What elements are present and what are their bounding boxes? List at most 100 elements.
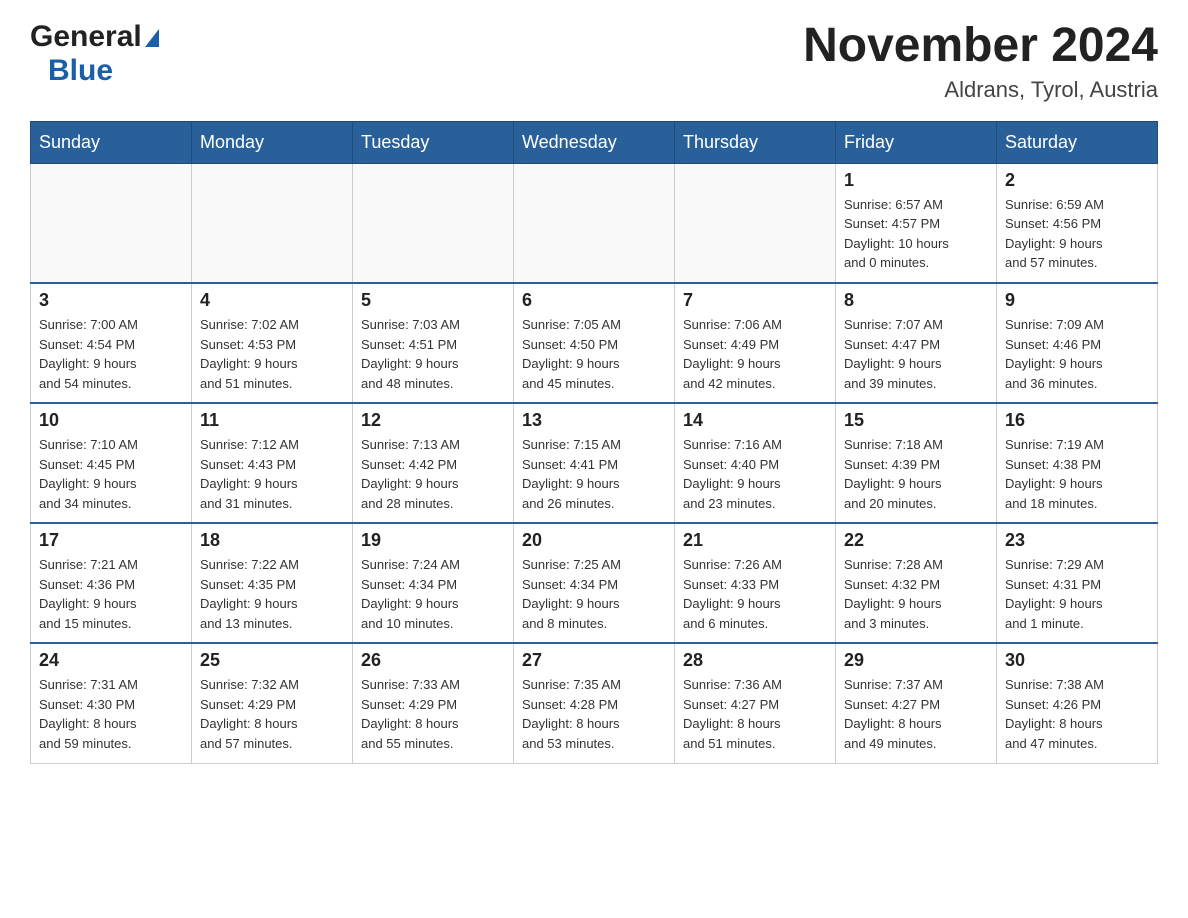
day-number: 9 — [1005, 290, 1149, 311]
logo: General Blue — [30, 20, 159, 88]
calendar-cell: 29 Sunrise: 7:37 AM Sunset: 4:27 PM Dayli… — [836, 643, 997, 763]
day-info: Sunrise: 7:25 AM Sunset: 4:34 PM Dayligh… — [522, 555, 666, 633]
day-number: 2 — [1005, 170, 1149, 191]
day-number: 14 — [683, 410, 827, 431]
day-number: 22 — [844, 530, 988, 551]
calendar-cell: 14 Sunrise: 7:16 AM Sunset: 4:40 PM Dayli… — [675, 403, 836, 523]
day-number: 18 — [200, 530, 344, 551]
day-number: 25 — [200, 650, 344, 671]
calendar-cell: 15 Sunrise: 7:18 AM Sunset: 4:39 PM Dayli… — [836, 403, 997, 523]
calendar-cell: 6 Sunrise: 7:05 AM Sunset: 4:50 PM Daylig… — [514, 283, 675, 403]
day-number: 10 — [39, 410, 183, 431]
week-row-4: 17 Sunrise: 7:21 AM Sunset: 4:36 PM Dayli… — [31, 523, 1158, 643]
day-number: 8 — [844, 290, 988, 311]
logo-triangle-icon — [145, 29, 159, 47]
calendar-cell: 17 Sunrise: 7:21 AM Sunset: 4:36 PM Dayli… — [31, 523, 192, 643]
week-row-5: 24Sunrise: 7:31 AM Sunset: 4:30 PM Dayli… — [31, 643, 1158, 763]
day-number: 27 — [522, 650, 666, 671]
week-row-3: 10 Sunrise: 7:10 AM Sunset: 4:45 PM Dayli… — [31, 403, 1158, 523]
day-number: 20 — [522, 530, 666, 551]
day-info: Sunrise: 7:32 AM Sunset: 4:29 PM Dayligh… — [200, 675, 344, 753]
day-number: 29 — [844, 650, 988, 671]
day-info: Sunrise: 7:19 AM Sunset: 4:38 PM Dayligh… — [1005, 435, 1149, 513]
day-info: Sunrise: 7:26 AM Sunset: 4:33 PM Dayligh… — [683, 555, 827, 633]
calendar-cell — [514, 163, 675, 283]
day-info: Sunrise: 7:29 AM Sunset: 4:31 PM Dayligh… — [1005, 555, 1149, 633]
day-number: 5 — [361, 290, 505, 311]
day-info: Sunrise: 7:21 AM Sunset: 4:36 PM Dayligh… — [39, 555, 183, 633]
calendar-cell: 11Sunrise: 7:12 AM Sunset: 4:43 PM Dayli… — [192, 403, 353, 523]
day-info: Sunrise: 7:09 AM Sunset: 4:46 PM Dayligh… — [1005, 315, 1149, 393]
week-row-1: 1Sunrise: 6:57 AM Sunset: 4:57 PM Daylig… — [31, 163, 1158, 283]
day-info: Sunrise: 7:33 AM Sunset: 4:29 PM Dayligh… — [361, 675, 505, 753]
calendar-cell: 21 Sunrise: 7:26 AM Sunset: 4:33 PM Dayli… — [675, 523, 836, 643]
calendar-cell: 1Sunrise: 6:57 AM Sunset: 4:57 PM Daylig… — [836, 163, 997, 283]
day-info: Sunrise: 7:16 AM Sunset: 4:40 PM Dayligh… — [683, 435, 827, 513]
calendar-cell: 27 Sunrise: 7:35 AM Sunset: 4:28 PM Dayli… — [514, 643, 675, 763]
day-number: 30 — [1005, 650, 1149, 671]
calendar-cell: 28Sunrise: 7:36 AM Sunset: 4:27 PM Dayli… — [675, 643, 836, 763]
weekday-header-thursday: Thursday — [675, 121, 836, 163]
day-info: Sunrise: 7:18 AM Sunset: 4:39 PM Dayligh… — [844, 435, 988, 513]
day-number: 17 — [39, 530, 183, 551]
calendar-cell: 30Sunrise: 7:38 AM Sunset: 4:26 PM Dayli… — [997, 643, 1158, 763]
calendar-cell — [31, 163, 192, 283]
calendar-cell: 3 Sunrise: 7:00 AM Sunset: 4:54 PM Daylig… — [31, 283, 192, 403]
day-number: 26 — [361, 650, 505, 671]
calendar-cell: 25 Sunrise: 7:32 AM Sunset: 4:29 PM Dayli… — [192, 643, 353, 763]
calendar-cell: 24Sunrise: 7:31 AM Sunset: 4:30 PM Dayli… — [31, 643, 192, 763]
calendar-cell: 9 Sunrise: 7:09 AM Sunset: 4:46 PM Daylig… — [997, 283, 1158, 403]
weekday-header-wednesday: Wednesday — [514, 121, 675, 163]
day-info: Sunrise: 6:57 AM Sunset: 4:57 PM Dayligh… — [844, 195, 988, 273]
calendar-cell: 23 Sunrise: 7:29 AM Sunset: 4:31 PM Dayli… — [997, 523, 1158, 643]
day-number: 16 — [1005, 410, 1149, 431]
day-number: 24 — [39, 650, 183, 671]
day-info: Sunrise: 7:37 AM Sunset: 4:27 PM Dayligh… — [844, 675, 988, 753]
day-info: Sunrise: 6:59 AM Sunset: 4:56 PM Dayligh… — [1005, 195, 1149, 273]
weekday-header-sunday: Sunday — [31, 121, 192, 163]
day-info: Sunrise: 7:10 AM Sunset: 4:45 PM Dayligh… — [39, 435, 183, 513]
page-header: General Blue November 2024 Aldrans, Tyro… — [30, 20, 1158, 103]
calendar-cell: 16 Sunrise: 7:19 AM Sunset: 4:38 PM Dayli… — [997, 403, 1158, 523]
calendar-cell: 13 Sunrise: 7:15 AM Sunset: 4:41 PM Dayli… — [514, 403, 675, 523]
week-row-2: 3 Sunrise: 7:00 AM Sunset: 4:54 PM Daylig… — [31, 283, 1158, 403]
calendar-cell: 5 Sunrise: 7:03 AM Sunset: 4:51 PM Daylig… — [353, 283, 514, 403]
calendar-cell: 12 Sunrise: 7:13 AM Sunset: 4:42 PM Dayli… — [353, 403, 514, 523]
day-info: Sunrise: 7:15 AM Sunset: 4:41 PM Dayligh… — [522, 435, 666, 513]
day-number: 11 — [200, 410, 344, 431]
day-info: Sunrise: 7:22 AM Sunset: 4:35 PM Dayligh… — [200, 555, 344, 633]
day-number: 6 — [522, 290, 666, 311]
day-info: Sunrise: 7:03 AM Sunset: 4:51 PM Dayligh… — [361, 315, 505, 393]
calendar-cell: 26 Sunrise: 7:33 AM Sunset: 4:29 PM Dayli… — [353, 643, 514, 763]
weekday-header-friday: Friday — [836, 121, 997, 163]
weekday-header-tuesday: Tuesday — [353, 121, 514, 163]
day-info: Sunrise: 7:35 AM Sunset: 4:28 PM Dayligh… — [522, 675, 666, 753]
day-number: 13 — [522, 410, 666, 431]
calendar-cell: 4Sunrise: 7:02 AM Sunset: 4:53 PM Daylig… — [192, 283, 353, 403]
weekday-header-monday: Monday — [192, 121, 353, 163]
day-info: Sunrise: 7:06 AM Sunset: 4:49 PM Dayligh… — [683, 315, 827, 393]
calendar-table: SundayMondayTuesdayWednesdayThursdayFrid… — [30, 121, 1158, 764]
day-number: 15 — [844, 410, 988, 431]
day-info: Sunrise: 7:07 AM Sunset: 4:47 PM Dayligh… — [844, 315, 988, 393]
calendar-cell: 2 Sunrise: 6:59 AM Sunset: 4:56 PM Daylig… — [997, 163, 1158, 283]
day-number: 7 — [683, 290, 827, 311]
day-info: Sunrise: 7:13 AM Sunset: 4:42 PM Dayligh… — [361, 435, 505, 513]
day-info: Sunrise: 7:00 AM Sunset: 4:54 PM Dayligh… — [39, 315, 183, 393]
logo-blue-text: Blue — [48, 54, 113, 88]
calendar-cell: 20 Sunrise: 7:25 AM Sunset: 4:34 PM Dayli… — [514, 523, 675, 643]
calendar-cell: 8 Sunrise: 7:07 AM Sunset: 4:47 PM Daylig… — [836, 283, 997, 403]
calendar-cell — [675, 163, 836, 283]
day-number: 12 — [361, 410, 505, 431]
day-number: 3 — [39, 290, 183, 311]
day-info: Sunrise: 7:24 AM Sunset: 4:34 PM Dayligh… — [361, 555, 505, 633]
location: Aldrans, Tyrol, Austria — [803, 77, 1158, 103]
day-info: Sunrise: 7:28 AM Sunset: 4:32 PM Dayligh… — [844, 555, 988, 633]
calendar-cell — [192, 163, 353, 283]
day-info: Sunrise: 7:05 AM Sunset: 4:50 PM Dayligh… — [522, 315, 666, 393]
day-number: 4 — [200, 290, 344, 311]
calendar-cell: 18 Sunrise: 7:22 AM Sunset: 4:35 PM Dayli… — [192, 523, 353, 643]
day-number: 21 — [683, 530, 827, 551]
day-number: 23 — [1005, 530, 1149, 551]
weekday-header-saturday: Saturday — [997, 121, 1158, 163]
